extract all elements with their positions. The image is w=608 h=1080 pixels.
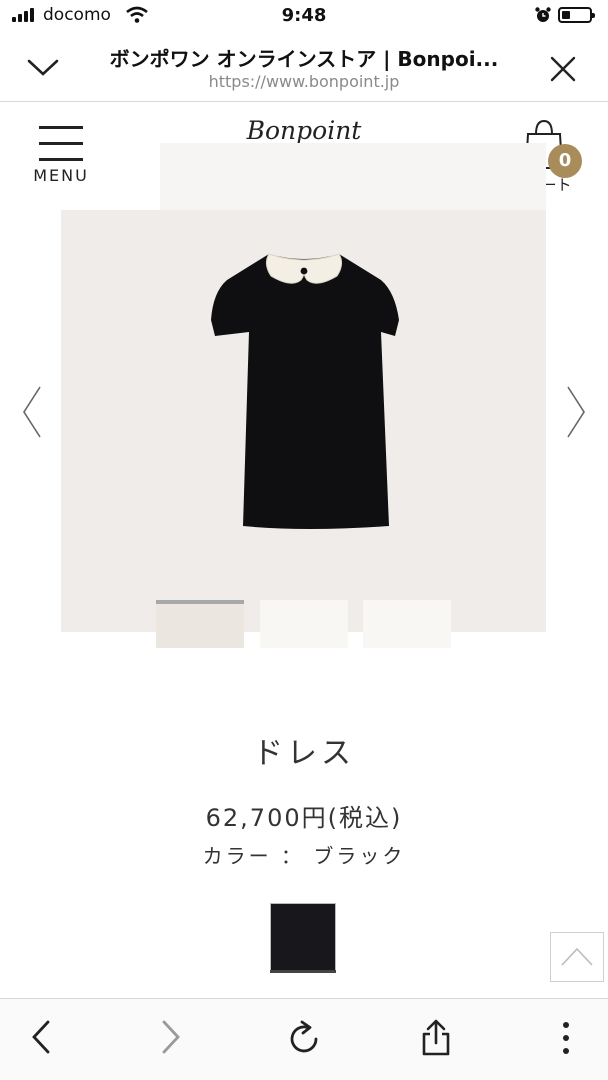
menu-label: MENU [33,166,89,185]
gallery-thumb-2[interactable] [260,600,348,648]
back-icon[interactable] [30,1019,52,1055]
product-price: 62,700円(税込) [205,804,403,832]
reload-icon[interactable] [286,1019,322,1057]
product-image[interactable] [61,210,546,632]
gallery-header-band [160,143,546,211]
arrow-right-icon[interactable] [564,385,588,439]
chevron-down-icon[interactable] [26,56,60,78]
cart-count-badge: 0 [548,144,582,178]
share-icon[interactable] [420,1019,452,1057]
color-swatch[interactable] [270,903,336,973]
scroll-top-icon [561,947,593,966]
arrow-left-icon[interactable] [20,385,44,439]
product-color: カラー ： ブラック [202,844,406,868]
close-icon[interactable] [550,56,576,82]
scroll-top-button[interactable] [550,932,604,982]
more-icon[interactable] [560,1019,572,1057]
dress-image [211,253,399,529]
menu-button[interactable]: MENU [30,126,92,186]
browser-url-bar: ボンポワン オンラインストア | Bonpoi... https://www.b… [0,34,608,102]
logo-wordmark: Bonpoint [246,116,362,145]
clock: 9:48 [281,5,327,26]
page-url[interactable]: https://www.bonpoint.jp [80,72,528,91]
page-title[interactable]: ボンポワン オンラインストア | Bonpoi... [80,43,528,72]
browser-toolbar [0,998,608,1080]
product-name: ドレス [253,736,355,771]
forward-icon[interactable] [160,1019,182,1055]
alarm-icon [535,7,551,22]
gallery-thumb-3[interactable] [363,600,451,648]
status-bar: docomo 9:48 [0,0,608,34]
gallery-thumb-1[interactable] [156,600,244,648]
battery-icon [558,7,595,23]
